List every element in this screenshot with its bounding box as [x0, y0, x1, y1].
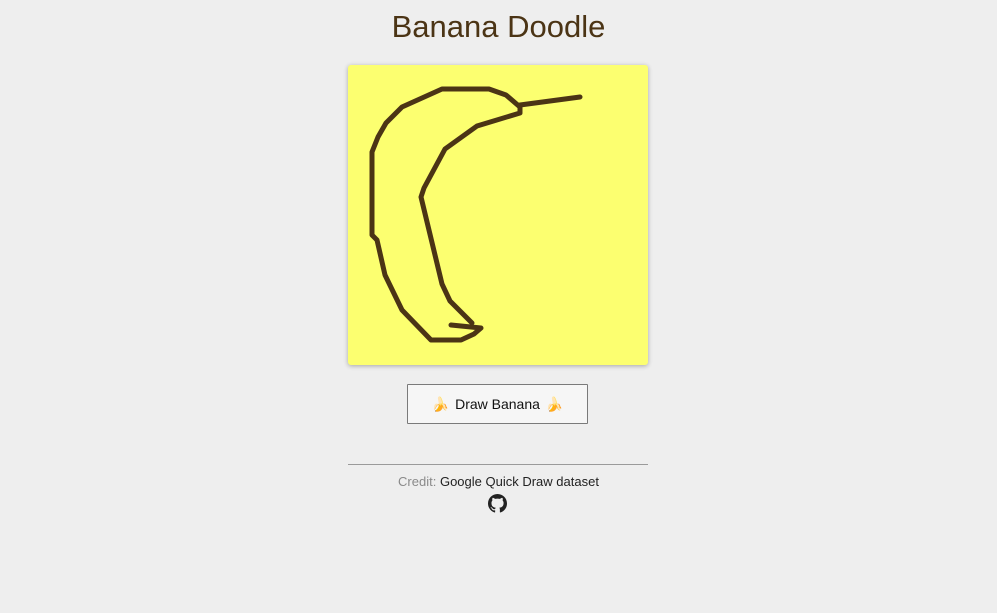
banana-inner-stroke	[418, 104, 523, 326]
github-icon[interactable]	[488, 494, 507, 513]
github-icon-svg	[488, 494, 507, 513]
banana-doodle-drawing	[369, 86, 583, 343]
banana-outline-stroke	[369, 86, 523, 343]
banana-stem-stroke	[517, 94, 583, 108]
draw-banana-label: Draw Banana	[455, 396, 540, 412]
page-title: Banana Doodle	[391, 9, 606, 44]
credit-line: Credit: Google Quick Draw dataset	[0, 474, 997, 490]
footer-divider	[348, 464, 648, 465]
credit-label: Credit:	[398, 474, 437, 489]
banana-icon: 🍌	[545, 396, 564, 412]
page: Banana Doodle 🍌 Draw Banana 🍌 Credit: Go…	[0, 0, 997, 613]
credit-link[interactable]: Google Quick Draw dataset	[440, 474, 599, 489]
draw-banana-button[interactable]: 🍌 Draw Banana 🍌	[407, 384, 588, 424]
doodle-canvas	[348, 65, 648, 365]
banana-icon: 🍌	[431, 396, 450, 412]
